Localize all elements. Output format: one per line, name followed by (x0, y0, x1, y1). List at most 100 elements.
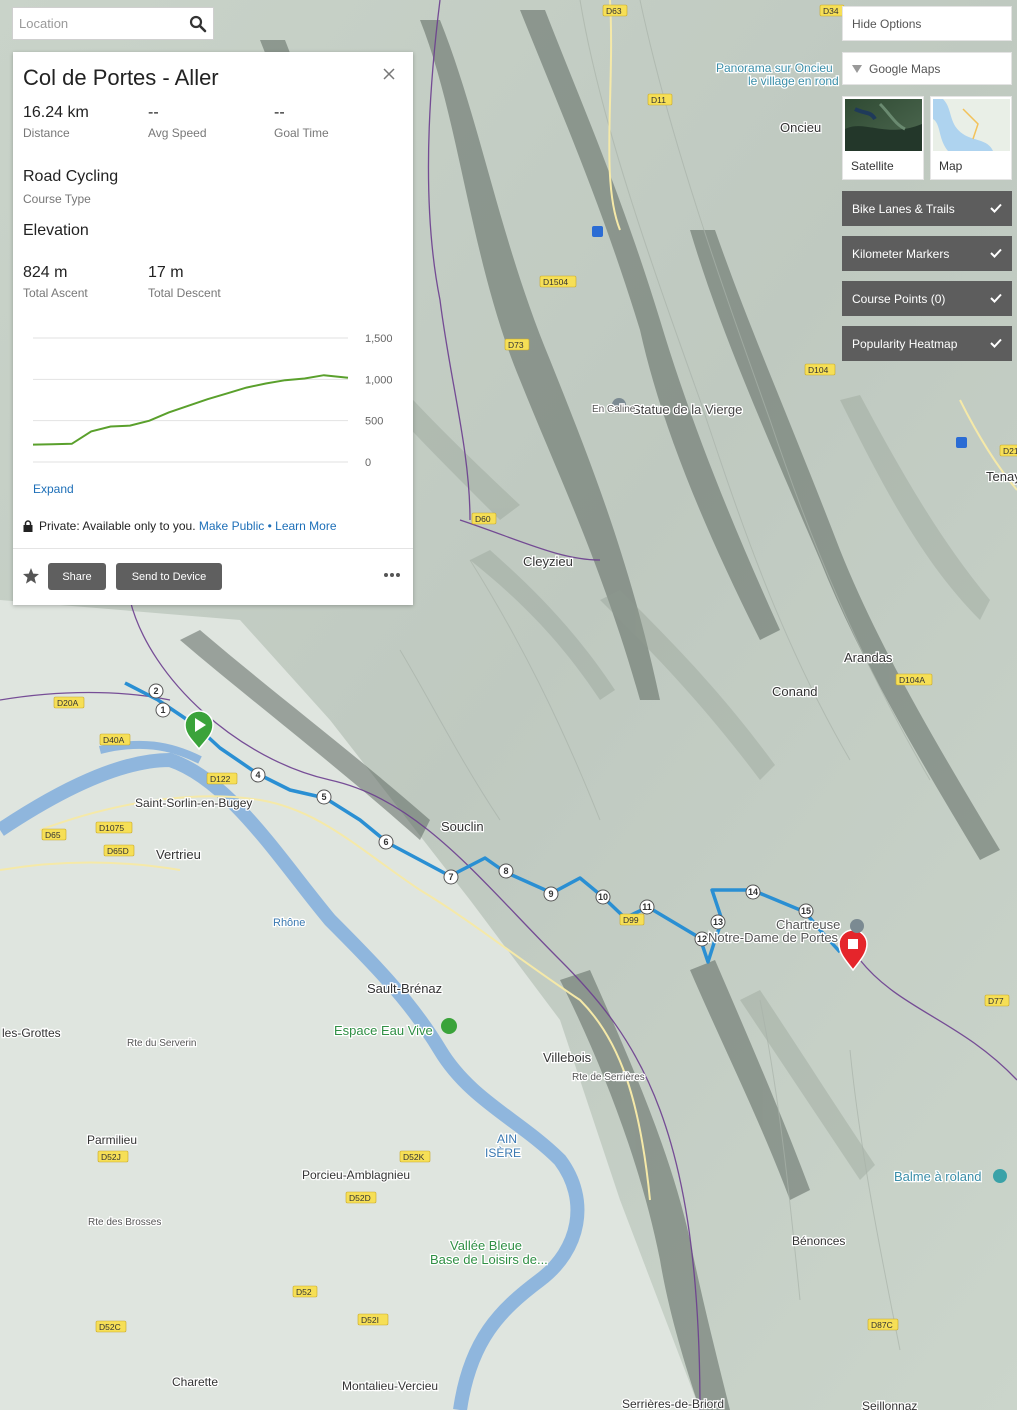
learn-more-link[interactable]: Learn More (275, 519, 336, 533)
km-marker-label: 14 (748, 887, 758, 897)
stat-label: Total Descent (148, 286, 221, 300)
map-place-label: Seillonnaz (862, 1399, 917, 1410)
km-marker-label: 13 (713, 917, 723, 927)
lock-icon (23, 520, 33, 532)
check-icon (990, 338, 1002, 348)
map-place-label: Notre-Dame de Portes (708, 930, 839, 945)
road-label: D20A (57, 698, 79, 708)
map-place-label: Porcieu-Amblagnieu (302, 1168, 410, 1182)
stat-value: 17 m (148, 264, 184, 281)
more-options-icon[interactable] (383, 570, 401, 580)
road-label: D63 (606, 6, 622, 16)
km-marker-label: 7 (448, 872, 453, 882)
stat-value: -- (148, 104, 159, 121)
map-place-label: ISÈRE (485, 1145, 521, 1160)
map-place-label: les-Grottes (2, 1026, 61, 1040)
make-public-link[interactable]: Make Public (199, 519, 264, 533)
stat-avg-speed: -- Avg Speed (148, 104, 207, 140)
road-label: D99 (623, 915, 639, 925)
map-place-label: Rhône (273, 917, 305, 929)
elevation-chart[interactable]: 1,500 1,000 500 0 (23, 324, 403, 474)
location-search (12, 7, 214, 40)
chart-tick-label: 1,500 (365, 333, 393, 345)
map-place-label: Statue de la Vierge (632, 402, 742, 417)
check-icon (990, 293, 1002, 303)
layer-popularity-heatmap[interactable]: Popularity Heatmap (842, 326, 1012, 361)
map-thumbnail (933, 99, 1010, 151)
stat-value: 824 m (23, 264, 68, 281)
road-label: D52D (349, 1193, 371, 1203)
stat-label: Total Ascent (23, 286, 88, 300)
road-label: D11 (651, 95, 666, 105)
stat-label: Distance (23, 126, 70, 140)
map-place-label: Arandas (844, 650, 893, 665)
road-label: D1504 (543, 277, 568, 287)
road-label: D65D (107, 846, 129, 856)
layer-label: Course Points (0) (852, 291, 946, 306)
km-marker-label: 4 (255, 770, 260, 780)
triangle-down-icon (852, 64, 862, 73)
map-place-label: Charette (172, 1375, 218, 1389)
send-to-device-button[interactable]: Send to Device (116, 563, 222, 590)
road-label: D104A (899, 675, 925, 685)
map-provider-select[interactable]: Google Maps (842, 52, 1012, 85)
km-marker-label: 5 (321, 792, 326, 802)
layer-course-points[interactable]: Course Points (0) (842, 281, 1012, 316)
road-label: D87C (871, 1320, 893, 1330)
search-icon[interactable] (189, 15, 207, 33)
chart-tick-label: 0 (365, 457, 371, 469)
stat-value: -- (274, 104, 285, 121)
stat-ascent: 824 m Total Ascent (23, 264, 88, 300)
hide-options-button[interactable]: Hide Options (842, 6, 1012, 41)
map-place-label: Villebois (543, 1050, 592, 1065)
layer-bike-lanes[interactable]: Bike Lanes & Trails (842, 191, 1012, 226)
route-info-panel: Col de Portes - Aller 16.24 km Distance … (13, 52, 413, 605)
map-place-label: Vertrieu (156, 847, 201, 862)
road-label: D52I (361, 1315, 379, 1325)
map-place-label: Balme à roland (894, 1169, 981, 1184)
layer-label: Bike Lanes & Trails (852, 201, 955, 216)
map-place-label: Espace Eau Vive (334, 1023, 433, 1038)
road-label: D73 (508, 340, 524, 350)
map-place-label: Serrières-de-Briord (622, 1397, 724, 1410)
road-label: D65 (45, 830, 61, 840)
satellite-tile[interactable]: Satellite (842, 96, 924, 180)
layer-kilometer-markers[interactable]: Kilometer Markers (842, 236, 1012, 271)
map-place-label: Tenay (986, 469, 1017, 484)
road-label: D21 (1003, 446, 1017, 456)
layer-label: Kilometer Markers (852, 246, 950, 261)
map-place-label: Base de Loisirs de... (430, 1252, 548, 1267)
search-input[interactable] (13, 8, 179, 39)
close-icon[interactable] (382, 67, 396, 81)
share-button[interactable]: Share (48, 563, 106, 590)
map-place-label: Rte de Serrières (572, 1072, 645, 1083)
map-tile[interactable]: Map (930, 96, 1012, 180)
satellite-label: Satellite (851, 159, 894, 173)
km-marker-label: 1 (160, 705, 165, 715)
km-marker-label: 10 (598, 892, 608, 902)
elevation-line (32, 374, 349, 446)
road-label: D122 (210, 774, 231, 784)
km-marker-label: 8 (503, 866, 508, 876)
separator-dot: • (267, 519, 272, 533)
stat-label: Goal Time (274, 126, 329, 140)
map-place-label: Bénonces (792, 1234, 845, 1248)
road-label: D34 (823, 6, 839, 16)
km-marker-label: 2 (153, 686, 158, 696)
road-label: D60 (475, 514, 491, 524)
map-place-label: AIN (497, 1132, 517, 1146)
road-label: D104 (808, 365, 829, 375)
chart-tick-label: 500 (365, 416, 383, 428)
km-marker-label: 12 (697, 934, 707, 944)
expand-link[interactable]: Expand (33, 482, 74, 496)
stat-value: 16.24 km (23, 104, 89, 121)
divider (13, 548, 413, 549)
chart-tick-label: 1,000 (365, 374, 393, 386)
road-label: D52 (296, 1287, 312, 1297)
star-icon[interactable] (22, 567, 40, 585)
stat-descent: 17 m Total Descent (148, 264, 221, 300)
map-place-label: Parmilieu (87, 1133, 137, 1147)
map-place-label: Montalieu-Vercieu (342, 1379, 438, 1393)
map-place-label: Oncieu (780, 120, 821, 135)
map-place-label: Saint-Sorlin-en-Bugey (135, 796, 252, 810)
